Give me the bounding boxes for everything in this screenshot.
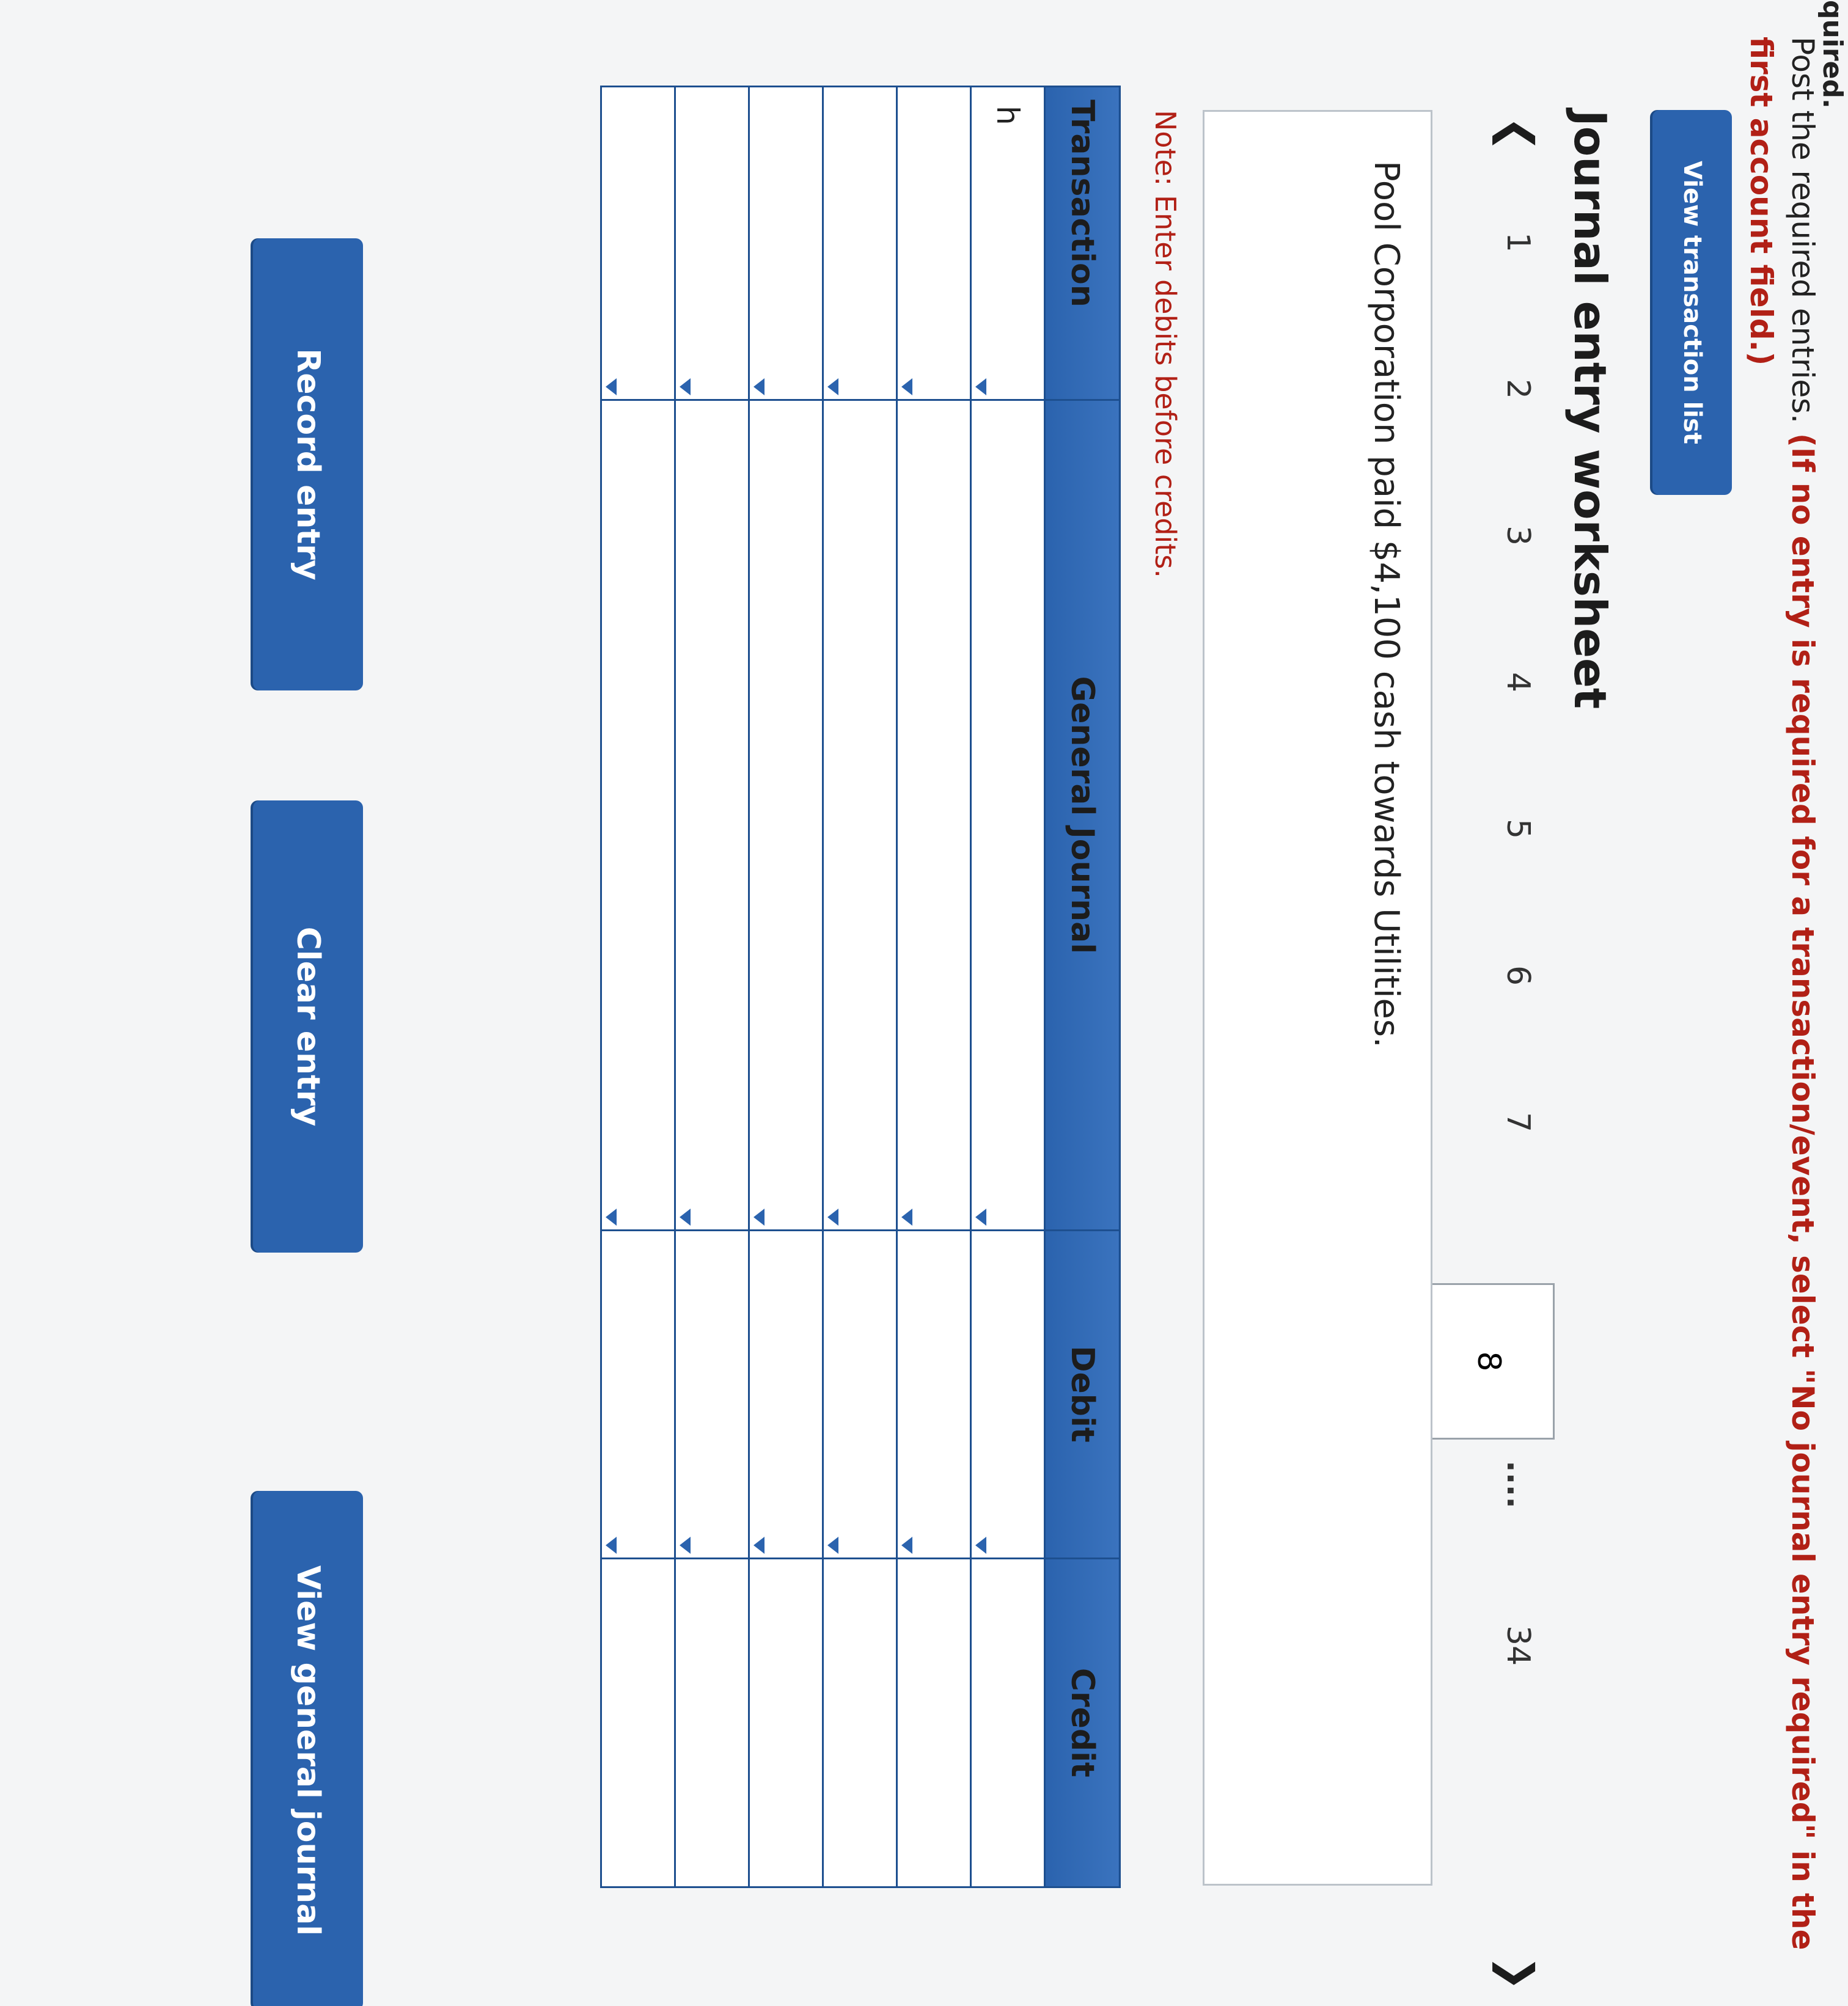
record-entry-button[interactable]: Record entry xyxy=(253,238,363,690)
page-link-6[interactable]: 6 xyxy=(1500,965,1536,1112)
transaction-select[interactable] xyxy=(823,86,897,400)
header-debit: Debit xyxy=(1044,1230,1120,1559)
page-link-5[interactable]: 5 xyxy=(1500,819,1536,965)
debit-input[interactable] xyxy=(970,1230,1045,1559)
view-general-journal-button[interactable]: View general journal xyxy=(253,1491,363,2006)
transaction-select[interactable] xyxy=(601,86,675,400)
table-row xyxy=(897,86,971,1887)
page-navigation: 1 2 3 4 5 6 7 xyxy=(1500,232,1536,1259)
account-select[interactable] xyxy=(970,400,1045,1231)
debit-input[interactable] xyxy=(749,1230,823,1559)
account-select[interactable] xyxy=(675,400,749,1231)
page-ellipsis: .... xyxy=(1500,1460,1536,1509)
page-tab-current[interactable]: 8 xyxy=(1425,1283,1555,1440)
debit-input[interactable] xyxy=(897,1230,971,1559)
credit-input[interactable] xyxy=(823,1558,897,1887)
note-text: Note: Enter debits before credits. xyxy=(1149,110,1182,578)
page-link-7[interactable]: 7 xyxy=(1500,1112,1536,1259)
table-row: h xyxy=(970,86,1045,1887)
page-link-2[interactable]: 2 xyxy=(1500,379,1536,525)
page: quired. Post the required entries. (If n… xyxy=(0,0,1848,2006)
page-link-1[interactable]: 1 xyxy=(1500,232,1536,379)
credit-input[interactable] xyxy=(897,1558,971,1887)
debit-input[interactable] xyxy=(823,1230,897,1559)
transaction-description-box: Pool Corporation paid $4,100 cash toward… xyxy=(1203,110,1432,1886)
header-transaction: Transaction xyxy=(1044,86,1120,400)
credit-input[interactable] xyxy=(970,1558,1045,1887)
transaction-select[interactable]: h xyxy=(970,86,1045,400)
transaction-select[interactable] xyxy=(749,86,823,400)
header-general-journal: General Journal xyxy=(1044,400,1120,1231)
instruction-plain: Post the required entries. xyxy=(1785,37,1821,433)
credit-input[interactable] xyxy=(675,1558,749,1887)
credit-input[interactable] xyxy=(601,1558,675,1887)
debit-input[interactable] xyxy=(675,1230,749,1559)
table-row xyxy=(749,86,823,1887)
table-header-row: Transaction General Journal Debit Credit xyxy=(1044,86,1120,1887)
instructions: Post the required entries. (If no entry … xyxy=(1740,37,1824,2006)
transaction-select[interactable] xyxy=(897,86,971,400)
worksheet-title: Journal entry worksheet xyxy=(1564,110,1616,709)
page-link-last[interactable]: 34 xyxy=(1500,1625,1536,1666)
chevron-right-icon[interactable]: ❯ xyxy=(1492,1955,1542,1991)
table-row xyxy=(601,86,675,1887)
chevron-left-icon[interactable]: ❮ xyxy=(1492,116,1542,152)
account-select[interactable] xyxy=(897,400,971,1231)
table-row xyxy=(823,86,897,1887)
header-credit: Credit xyxy=(1044,1558,1120,1887)
account-select[interactable] xyxy=(823,400,897,1231)
credit-input[interactable] xyxy=(749,1558,823,1887)
account-select[interactable] xyxy=(749,400,823,1231)
transaction-description: Pool Corporation paid $4,100 cash toward… xyxy=(1366,161,1406,1048)
transaction-select[interactable] xyxy=(675,86,749,400)
general-journal-table: Transaction General Journal Debit Credit… xyxy=(600,86,1121,1888)
view-transaction-list-button[interactable]: View transaction list xyxy=(1652,110,1732,495)
account-select[interactable] xyxy=(601,400,675,1231)
debit-input[interactable] xyxy=(601,1230,675,1559)
page-link-3[interactable]: 3 xyxy=(1500,525,1536,672)
table-row xyxy=(675,86,749,1887)
clear-entry-button[interactable]: Clear entry xyxy=(253,800,363,1253)
page-link-4[interactable]: 4 xyxy=(1500,672,1536,819)
